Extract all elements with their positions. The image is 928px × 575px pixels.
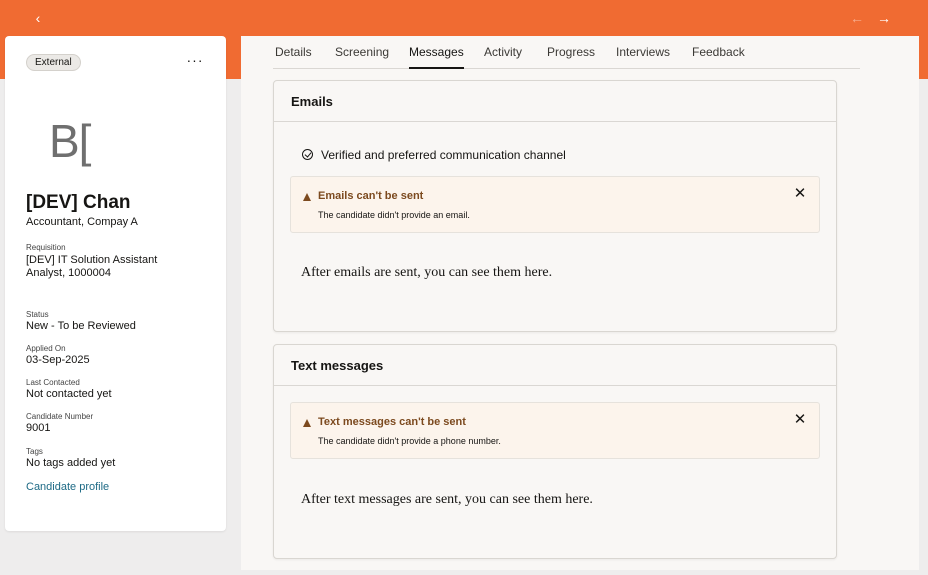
- text-messages-section: Text messages Text messages can't be sen…: [273, 344, 837, 559]
- previous-candidate-icon[interactable]: ←: [847, 8, 867, 28]
- text-messages-warning-title: Text messages can't be sent: [318, 416, 466, 428]
- emails-warning-banner: Emails can't be sent The candidate didn'…: [290, 176, 820, 233]
- tab-details[interactable]: Details: [275, 45, 312, 69]
- main-panel: Details Screening Messages Activity Prog…: [241, 36, 919, 570]
- emails-empty-text: After emails are sent, you can see them …: [301, 265, 553, 280]
- tab-activity[interactable]: Activity: [484, 45, 522, 69]
- candidate-number-label: Candidate Number: [26, 412, 94, 421]
- close-icon[interactable]: ✕: [792, 412, 808, 428]
- text-messages-warning-text: The candidate didn't provide a phone num…: [318, 436, 501, 446]
- tab-messages[interactable]: Messages: [409, 45, 464, 69]
- text-messages-warning-banner: Text messages can't be sent The candidat…: [290, 402, 820, 459]
- warning-triangle-icon: [303, 419, 311, 427]
- emails-warning-text: The candidate didn't provide an email.: [318, 210, 470, 220]
- candidate-title: Accountant, Compay A: [26, 216, 138, 228]
- tab-progress[interactable]: Progress: [547, 45, 595, 69]
- emails-section-title: Emails: [291, 94, 333, 109]
- check-circle-icon: [302, 149, 313, 160]
- verified-channel-text: Verified and preferred communication cha…: [321, 148, 566, 162]
- emails-divider: [274, 121, 836, 122]
- tab-screening[interactable]: Screening: [335, 45, 389, 69]
- candidate-name: [DEV] Chan: [26, 192, 131, 213]
- text-messages-section-title: Text messages: [291, 358, 384, 373]
- status-label: Status: [26, 310, 49, 319]
- emails-section: Emails Verified and preferred communicat…: [273, 80, 837, 332]
- text-messages-empty-text: After text messages are sent, you can se…: [301, 492, 593, 507]
- tab-interviews[interactable]: Interviews: [616, 45, 670, 69]
- last-contacted-label: Last Contacted: [26, 378, 80, 387]
- source-badge: External: [26, 54, 81, 71]
- applied-on-value: 03-Sep-2025: [26, 354, 90, 366]
- emails-warning-title: Emails can't be sent: [318, 190, 424, 202]
- tab-bar: Details Screening Messages Activity Prog…: [273, 36, 860, 69]
- text-messages-divider: [274, 385, 836, 386]
- tags-value: No tags added yet: [26, 457, 116, 469]
- status-value: New - To be Reviewed: [26, 320, 136, 332]
- next-candidate-icon[interactable]: →: [874, 8, 894, 28]
- more-actions-icon[interactable]: ···: [185, 51, 205, 71]
- applied-on-label: Applied On: [26, 344, 66, 353]
- candidate-profile-link[interactable]: Candidate profile: [26, 481, 109, 493]
- last-contacted-value: Not contacted yet: [26, 388, 112, 400]
- warning-triangle-icon: [303, 193, 311, 201]
- candidate-summary-card: External ··· B[ [DEV] Chan Accountant, C…: [5, 36, 226, 531]
- back-icon[interactable]: ‹: [28, 8, 48, 28]
- requisition-value-line2: Analyst, 1000004: [26, 267, 112, 279]
- close-icon[interactable]: ✕: [792, 186, 808, 202]
- candidate-avatar: B[: [49, 115, 91, 167]
- requisition-value-line1: [DEV] IT Solution Assistant: [26, 254, 158, 266]
- requisition-label: Requisition: [26, 243, 66, 252]
- candidate-number-value: 9001: [26, 422, 51, 434]
- tags-label: Tags: [26, 447, 43, 456]
- tab-feedback[interactable]: Feedback: [692, 45, 745, 69]
